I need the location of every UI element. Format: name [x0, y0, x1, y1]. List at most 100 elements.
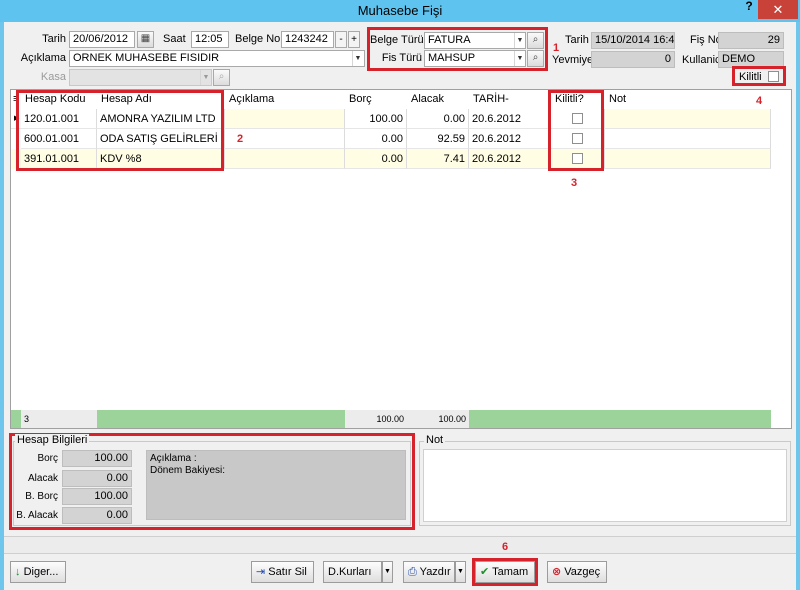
saat-field[interactable]: 12:05: [191, 31, 229, 48]
hesap-bilgileri-title: Hesap Bilgileri: [15, 434, 90, 446]
close-button[interactable]: ✕: [758, 0, 798, 19]
belge-no-label: Belge No: [235, 33, 281, 45]
hb-donem-bakiyesi-text: Dönem Bakiyesi:: [150, 465, 226, 476]
tamam-button-label: Tamam: [492, 566, 529, 578]
fis-turu-field[interactable]: MAHSUP: [424, 50, 526, 67]
checkmark-icon: ✔: [480, 566, 490, 578]
delete-row-icon: ⇥: [256, 566, 266, 578]
hb-b-alacak-field: 0.00: [62, 507, 132, 524]
kasa-dropdown-icon[interactable]: ▼: [200, 70, 211, 85]
col-header-aciklama[interactable]: Açıklama: [225, 90, 274, 108]
d-kurlari-button-label: D.Kurları: [328, 566, 372, 578]
highlight-box-3: [548, 90, 604, 171]
belge-turu-lookup-icon[interactable]: ⌕: [527, 32, 544, 49]
saat-label: Saat: [163, 33, 186, 45]
annotation-4: 4: [756, 95, 763, 107]
belge-no-increment-button[interactable]: +: [348, 31, 360, 48]
annotation-2: 2: [237, 133, 244, 145]
row-count: 3: [21, 410, 97, 428]
cell-aciklama[interactable]: [225, 109, 345, 129]
vazgec-button-label: Vazgeç: [564, 566, 601, 578]
aciklama-field[interactable]: ORNEK MUHASEBE FISIDIR: [69, 50, 365, 67]
help-button[interactable]: ?: [740, 0, 758, 14]
yazdir-dropdown-icon[interactable]: ▼: [455, 561, 466, 583]
highlight-box-2: [16, 90, 224, 171]
aciklama-label: Açıklama: [20, 52, 66, 64]
hb-aciklama-text: Açıklama :: [150, 453, 197, 464]
yevmiye-field: 0: [591, 51, 675, 68]
calendar-icon[interactable]: ▦: [137, 31, 154, 48]
col-header-not[interactable]: Not: [605, 90, 626, 108]
cell-not[interactable]: [605, 109, 771, 129]
annotation-6: 6: [502, 541, 509, 553]
fis-turu-label: Fis Türü: [381, 52, 422, 64]
aciklama-dropdown-icon[interactable]: ▼: [352, 51, 363, 66]
belge-no-field[interactable]: 1243242: [281, 31, 334, 48]
not-title: Not: [424, 434, 446, 446]
d-kurlari-button[interactable]: D.Kurları: [323, 561, 382, 583]
cell-not[interactable]: [605, 149, 771, 169]
cell-borc[interactable]: 0.00: [345, 129, 407, 149]
grid-totals-row: 3 100.00 100.00: [11, 410, 771, 428]
hb-info-panel: Açıklama : Dönem Bakiyesi:: [146, 450, 406, 520]
satir-sil-button[interactable]: ⇥ Satır Sil: [251, 561, 314, 583]
cell-tarih[interactable]: 20.6.2012: [469, 109, 551, 129]
col-header-borc[interactable]: Borç: [345, 90, 372, 108]
info-tarih-field: 15/10/2014 16:46: [591, 32, 675, 49]
belge-no-decrement-button[interactable]: -: [335, 31, 347, 48]
separator-strip: [4, 536, 796, 554]
vazgec-button[interactable]: ⊗ Vazgeç: [547, 561, 607, 583]
window-title: Muhasebe Fişi: [357, 3, 443, 18]
hb-b-alacak-label: B. Alacak: [16, 510, 58, 521]
borc-total: 100.00: [345, 410, 407, 428]
hb-b-borc-label: B. Borç: [25, 491, 58, 502]
yazdir-button[interactable]: ⎙ Yazdır: [403, 561, 455, 583]
hb-borc-field: 100.00: [62, 450, 132, 467]
yazdir-button-label: Yazdır: [419, 566, 451, 578]
belge-turu-label: Belge Türü: [370, 34, 424, 46]
alacak-total: 100.00: [407, 410, 469, 428]
tarih-field[interactable]: 20/06/2012: [69, 31, 135, 48]
fis-no-field: 29: [718, 32, 784, 49]
kilitli-checkbox[interactable]: [768, 71, 779, 82]
info-tarih-label: Tarih: [565, 34, 589, 46]
yevmiye-label: Yevmiye: [552, 54, 594, 66]
hb-alacak-field: 0.00: [62, 470, 132, 487]
aciklama-value: ORNEK MUHASEBE FISIDIR: [73, 52, 220, 64]
col-header-tarih[interactable]: TARİH-: [469, 90, 509, 108]
cell-alacak[interactable]: 92.59: [407, 129, 469, 149]
annotation-1: 1: [553, 42, 560, 54]
arrow-down-icon: ↓: [15, 566, 21, 578]
hb-b-borc-field: 100.00: [62, 488, 132, 505]
hb-alacak-label: Alacak: [27, 473, 58, 484]
kasa-label: Kasa: [40, 71, 66, 83]
satir-sil-button-label: Satır Sil: [268, 566, 307, 578]
cell-borc[interactable]: 100.00: [345, 109, 407, 129]
cell-tarih[interactable]: 20.6.2012: [469, 149, 551, 169]
printer-icon: ⎙: [408, 566, 417, 578]
diger-button-label: Diger...: [23, 566, 59, 578]
kilitli-label: Kilitli: [739, 71, 762, 83]
tamam-button[interactable]: ✔ Tamam: [475, 561, 535, 583]
cell-alacak[interactable]: 7.41: [407, 149, 469, 169]
not-textarea[interactable]: [423, 449, 787, 522]
cell-borc[interactable]: 0.00: [345, 149, 407, 169]
belge-turu-dropdown-icon[interactable]: ▼: [514, 33, 525, 48]
d-kurlari-dropdown-icon[interactable]: ▼: [382, 561, 393, 583]
fis-turu-lookup-icon[interactable]: ⌕: [527, 50, 544, 67]
cell-not[interactable]: [605, 129, 771, 149]
belge-turu-field[interactable]: FATURA: [424, 32, 526, 49]
diger-button[interactable]: ↓ Diger...: [10, 561, 66, 583]
cancel-icon: ⊗: [552, 566, 562, 578]
cell-alacak[interactable]: 0.00: [407, 109, 469, 129]
tarih-label: Tarih: [42, 33, 66, 45]
kasa-field[interactable]: [69, 69, 212, 86]
fis-turu-dropdown-icon[interactable]: ▼: [514, 51, 525, 66]
cell-aciklama[interactable]: [225, 149, 345, 169]
kasa-lookup-icon[interactable]: ⌕: [213, 69, 230, 86]
annotation-3: 3: [571, 177, 578, 189]
hb-borc-label: Borç: [37, 453, 58, 464]
fis-no-label: Fiş No: [690, 34, 722, 46]
col-header-alacak[interactable]: Alacak: [407, 90, 444, 108]
cell-tarih[interactable]: 20.6.2012: [469, 129, 551, 149]
